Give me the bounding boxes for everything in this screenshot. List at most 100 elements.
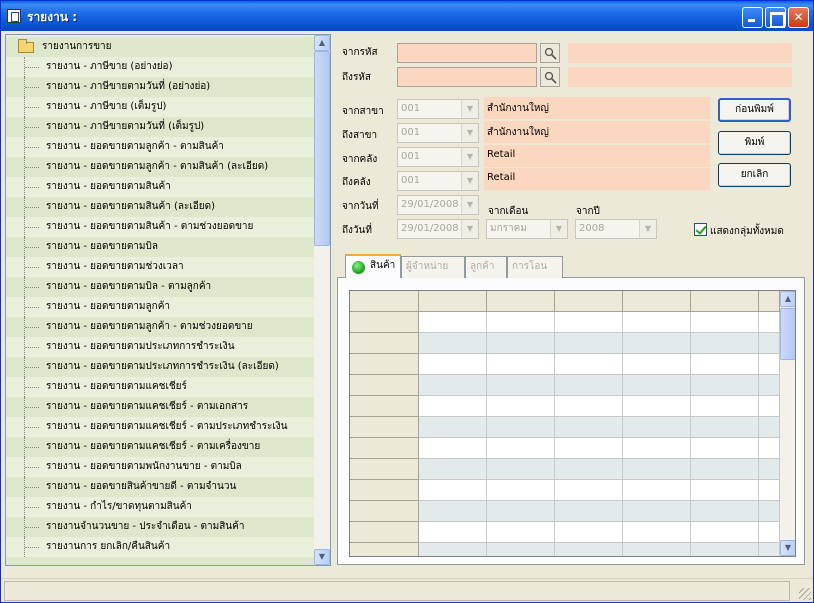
cancel-button[interactable]: ยกเลิก <box>718 163 791 187</box>
grid-row-header[interactable] <box>350 333 419 354</box>
tree-root-item[interactable]: รายงานการขาย <box>6 37 316 57</box>
grid-cell[interactable] <box>623 417 691 438</box>
grid-cell[interactable] <box>623 333 691 354</box>
tree-item[interactable]: รายงาน - ยอดขายตามประเภทการชำระเงิน <box>6 337 316 357</box>
scroll-thumb[interactable] <box>314 51 330 246</box>
to-branch-select[interactable]: 001 ▼ <box>397 123 479 143</box>
chevron-down-icon[interactable]: ▼ <box>461 172 478 190</box>
grid-cell[interactable] <box>487 312 555 333</box>
minimize-button[interactable] <box>742 7 763 28</box>
grid-cell[interactable] <box>623 354 691 375</box>
grid-cell[interactable] <box>759 522 780 543</box>
grid-row-header[interactable] <box>350 396 419 417</box>
grid-cell[interactable] <box>419 522 487 543</box>
grid-cell[interactable] <box>759 501 780 522</box>
grid-cell[interactable] <box>691 417 759 438</box>
grid-row-header[interactable] <box>350 375 419 396</box>
tree-item[interactable]: รายงาน - ยอดขายตามสินค้า (ละเอียด) <box>6 197 316 217</box>
preview-button[interactable]: ก่อนพิมพ์ <box>718 98 791 122</box>
tree-item[interactable]: รายงาน - กำไร/ขาดทุนตามสินค้า <box>6 497 316 517</box>
table-row[interactable] <box>350 375 782 396</box>
grid-cell[interactable] <box>759 543 780 556</box>
grid-row-header[interactable] <box>350 312 419 333</box>
tree-item[interactable]: รายงาน - ยอดขายตามแคชเชียร์ <box>6 377 316 397</box>
from-month-select[interactable]: มกราคม ▼ <box>486 219 568 239</box>
grid-cell[interactable] <box>623 501 691 522</box>
grid-cell[interactable] <box>759 396 780 417</box>
grid-row-header[interactable] <box>350 501 419 522</box>
tree-item[interactable]: รายงานจำนวนขาย - ประจำเดือน - ตามสินค้า <box>6 517 316 537</box>
from-warehouse-select[interactable]: 001 ▼ <box>397 147 479 167</box>
chevron-down-icon[interactable]: ▼ <box>461 196 478 214</box>
grid-cell[interactable] <box>555 543 623 556</box>
grid-cell[interactable] <box>759 333 780 354</box>
show-all-groups-checkbox[interactable] <box>694 223 707 236</box>
table-row[interactable] <box>350 543 782 556</box>
tree-item[interactable]: รายงาน - ยอดขายตามสินค้า - ตามช่วงยอดขาย <box>6 217 316 237</box>
tree-item[interactable]: รายงาน - ยอดขายตามบิล <box>6 237 316 257</box>
grid-cell[interactable] <box>487 396 555 417</box>
grid-header-cell[interactable] <box>350 291 419 312</box>
grid-cell[interactable] <box>623 312 691 333</box>
tab-customers[interactable]: ลูกค้า <box>465 256 507 278</box>
title-bar[interactable]: รายงาน : ✕ <box>1 1 813 31</box>
tree-item[interactable]: รายงาน - ยอดขายตามบิล - ตามลูกค้า <box>6 277 316 297</box>
resize-grip-icon[interactable] <box>799 588 811 600</box>
grid-cell[interactable] <box>623 480 691 501</box>
grid-cell[interactable] <box>419 543 487 556</box>
tree-item[interactable]: รายงาน - ยอดขายตามสินค้า <box>6 177 316 197</box>
grid-cell[interactable] <box>555 354 623 375</box>
grid-cell[interactable] <box>759 459 780 480</box>
grid-cell[interactable] <box>623 438 691 459</box>
scroll-up-arrow-icon[interactable]: ▲ <box>314 35 330 51</box>
grid-header-cell[interactable] <box>691 291 759 312</box>
grid-cell[interactable] <box>419 480 487 501</box>
grid-cell[interactable] <box>759 375 780 396</box>
tree-item[interactable]: รายงาน - ยอดขายตามแคชเชียร์ - ตามเอกสาร <box>6 397 316 417</box>
grid-cell[interactable] <box>487 375 555 396</box>
chevron-down-icon[interactable]: ▼ <box>550 220 567 238</box>
to-code-lookup-button[interactable] <box>540 67 560 87</box>
tree-item[interactable]: รายงาน - ยอดขายตามประเภทการชำระเงิน (ละเ… <box>6 357 316 377</box>
tree-item[interactable]: รายงาน - ภาษีขายตามวันที่ (อย่างย่อ) <box>6 77 316 97</box>
tree-item[interactable]: รายงาน - ยอดขายตามลูกค้า - ตามสินค้า (ละ… <box>6 157 316 177</box>
table-row[interactable] <box>350 522 782 543</box>
from-code-input[interactable] <box>397 43 537 63</box>
grid-cell[interactable] <box>623 543 691 556</box>
table-row[interactable] <box>350 396 782 417</box>
grid-cell[interactable] <box>555 333 623 354</box>
grid-cell[interactable] <box>691 375 759 396</box>
tree-item[interactable]: รายงาน - ภาษีขาย (อย่างย่อ) <box>6 57 316 77</box>
print-button[interactable]: พิมพ์ <box>718 131 791 155</box>
tree-item[interactable]: รายงาน - ยอดขายตามลูกค้า - ตามสินค้า <box>6 137 316 157</box>
table-row[interactable] <box>350 459 782 480</box>
grid-cell[interactable] <box>759 312 780 333</box>
grid-cell[interactable] <box>623 375 691 396</box>
grid-cell[interactable] <box>419 501 487 522</box>
grid-cell[interactable] <box>623 459 691 480</box>
tree-item[interactable]: รายงาน - ภาษีขายตามวันที่ (เต็มรูป) <box>6 117 316 137</box>
grid-cell[interactable] <box>419 375 487 396</box>
grid-row-header[interactable] <box>350 354 419 375</box>
grid-cell[interactable] <box>555 375 623 396</box>
from-code-lookup-button[interactable] <box>540 43 560 63</box>
grid-cell[interactable] <box>487 459 555 480</box>
grid-header-row[interactable] <box>350 291 782 312</box>
grid-cell[interactable] <box>419 333 487 354</box>
grid-cell[interactable] <box>691 333 759 354</box>
grid-cell[interactable] <box>691 459 759 480</box>
scroll-down-arrow-icon[interactable]: ▼ <box>780 540 795 556</box>
grid-cell[interactable] <box>623 396 691 417</box>
grid-row-header[interactable] <box>350 438 419 459</box>
grid-cell[interactable] <box>555 522 623 543</box>
tree-item[interactable]: รายงาน - ยอดขายตามลูกค้า - ตามช่วงยอดขาย <box>6 317 316 337</box>
scroll-thumb[interactable] <box>780 308 795 360</box>
tree-item-partial[interactable] <box>6 557 316 565</box>
grid-cell[interactable] <box>691 312 759 333</box>
tab-transfers[interactable]: การโอน <box>507 256 563 278</box>
grid-header-cell[interactable] <box>487 291 555 312</box>
grid-row-header[interactable] <box>350 522 419 543</box>
data-grid[interactable]: ▲ ▼ <box>349 290 796 557</box>
chevron-down-icon[interactable]: ▼ <box>461 100 478 118</box>
grid-cell[interactable] <box>487 333 555 354</box>
